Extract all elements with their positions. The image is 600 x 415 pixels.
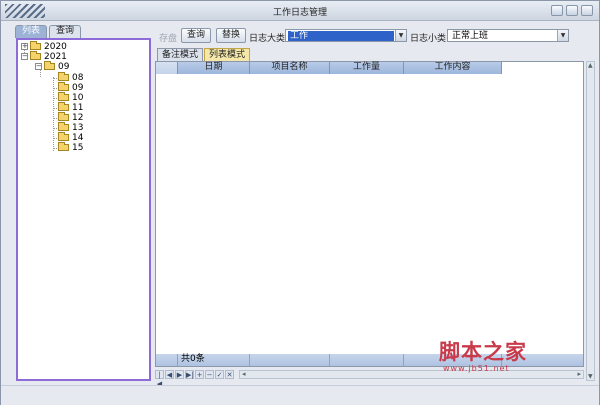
log-grid[interactable]: 日期 项目名称 工作量 工作内容 共0条 <box>155 61 584 367</box>
collapse-icon[interactable]: − <box>21 53 28 60</box>
subcategory-label: 日志小类 <box>410 34 447 44</box>
status-bar <box>1 385 599 405</box>
main-window: 工作日志管理 列表 查询 +2020 − 2021 − 09 08 09 10 … <box>0 0 600 405</box>
chevron-down-icon[interactable]: ▼ <box>395 30 406 41</box>
first-record-icon[interactable]: |◀ <box>155 370 164 388</box>
grid-header: 日期 项目名称 工作量 工作内容 <box>156 62 583 74</box>
tab-list-mode[interactable]: 列表模式 <box>204 48 251 61</box>
cancel-record-icon[interactable]: ✕ <box>225 370 234 379</box>
next-record-icon[interactable]: ▶ <box>175 370 184 379</box>
minimize-button[interactable] <box>551 5 563 16</box>
tree-node-2020[interactable]: +2020 <box>21 41 67 52</box>
column-header-project[interactable]: 项目名称 <box>250 62 330 74</box>
column-header-date[interactable]: 日期 <box>178 62 250 74</box>
record-count: 共0条 <box>178 354 250 366</box>
folder-icon <box>58 112 69 121</box>
row-indicator-header <box>156 62 178 74</box>
watermark-url: www.jb51.net <box>443 364 510 373</box>
maximize-button[interactable] <box>566 5 578 16</box>
close-button[interactable] <box>581 5 593 16</box>
tab-search[interactable]: 查询 <box>49 25 82 38</box>
save-button[interactable]: 存盘 <box>159 31 177 44</box>
category-label: 日志大类 <box>249 34 286 44</box>
tab-memo-mode[interactable]: 备注模式 <box>157 48 204 61</box>
folder-icon <box>30 41 41 50</box>
folder-icon <box>58 132 69 141</box>
subcategory-select[interactable]: 正常上班 ▼ <box>447 29 569 42</box>
tree-node-day[interactable]: 15 <box>58 142 83 153</box>
folder-icon <box>58 72 69 81</box>
view-tabs: 备注模式 列表模式 <box>157 48 251 61</box>
left-panel: 列表 查询 +2020 −2021 −09 08 09 10 11 12 13 … <box>9 25 151 383</box>
folder-icon <box>58 92 69 101</box>
category-select[interactable]: 工作 ▼ <box>285 29 407 42</box>
collapse-icon[interactable]: − <box>35 63 42 70</box>
folder-icon <box>30 51 41 60</box>
site-watermark: 脚本之家 www.jb51.net <box>439 336 589 381</box>
last-record-icon[interactable]: ▶| <box>185 370 194 379</box>
edit-record-icon[interactable]: ✓ <box>215 370 224 379</box>
expand-icon[interactable]: + <box>21 43 28 50</box>
vertical-scrollbar[interactable]: ▲ ▼ <box>586 61 595 381</box>
column-header-content[interactable]: 工作内容 <box>404 62 502 74</box>
window-title: 工作日志管理 <box>272 8 327 18</box>
toolbar: 存盘 查询 替换 日志大类 工作 ▼ 日志小类 正常上班 ▼ <box>155 27 595 45</box>
column-header-workload[interactable]: 工作量 <box>330 62 404 74</box>
folder-icon <box>44 61 55 70</box>
folder-icon <box>58 82 69 91</box>
query-button[interactable]: 查询 <box>181 28 212 43</box>
replace-button[interactable]: 替换 <box>216 28 247 43</box>
tab-list[interactable]: 列表 <box>15 25 48 38</box>
date-tree: +2020 −2021 −09 08 09 10 11 12 13 14 15 <box>16 38 151 381</box>
folder-icon <box>58 102 69 111</box>
prev-record-icon[interactable]: ◀ <box>165 370 174 379</box>
chevron-down-icon[interactable]: ▼ <box>557 30 568 41</box>
subcategory-value: 正常上班 <box>452 31 489 41</box>
title-bar: 工作日志管理 <box>1 1 599 21</box>
folder-icon <box>58 122 69 131</box>
scroll-up-icon[interactable]: ▲ <box>588 62 593 69</box>
add-record-icon[interactable]: + <box>195 370 204 379</box>
scroll-left-icon[interactable]: ◂ <box>242 370 246 378</box>
tree-node-month-09[interactable]: −09 <box>35 61 69 72</box>
delete-record-icon[interactable]: − <box>205 370 214 379</box>
category-value: 工作 <box>288 31 394 41</box>
folder-icon <box>58 142 69 151</box>
watermark-logo: 脚本之家 <box>439 339 527 364</box>
